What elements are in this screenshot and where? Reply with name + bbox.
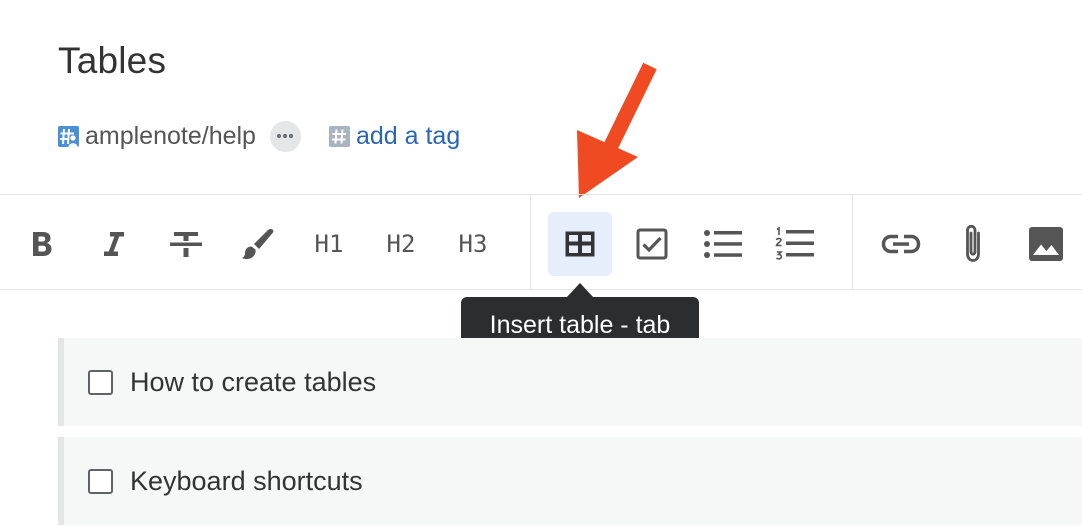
note-title[interactable]: Tables [58,40,166,82]
strikethrough-button[interactable] [154,212,218,276]
italic-button[interactable] [82,212,146,276]
heading-1-button[interactable]: H1 [297,212,361,276]
tag-bar: amplenote/help add a tag [58,118,460,154]
task-checkbox[interactable] [88,468,113,494]
strikethrough-icon [170,232,202,257]
toolbar-divider [852,195,853,289]
bold-button[interactable] [10,212,74,276]
insert-link-button[interactable] [869,212,933,276]
paperclip-icon [966,224,980,262]
shared-tag-icon [58,125,79,147]
red-arrow-annotation [577,62,657,198]
tooltip-pointer [566,283,594,298]
more-options-button[interactable] [269,120,301,152]
task-item: How to create tables [58,338,1082,426]
task-label[interactable]: Keyboard shortcuts [130,466,363,497]
heading-2-button[interactable]: H2 [369,212,433,276]
numbered-list-button[interactable] [763,212,827,276]
bullet-list-button[interactable] [691,212,755,276]
insert-table-button[interactable] [548,212,612,276]
insert-image-button[interactable] [1014,212,1078,276]
highlight-button[interactable] [226,212,290,276]
task-checkbox[interactable] [88,369,113,395]
link-icon [881,234,921,254]
bullet-list-icon [704,230,742,258]
heading-3-button[interactable]: H3 [441,212,505,276]
paintbrush-icon [242,229,274,260]
checkbox-icon [636,228,668,260]
toolbar-divider [530,195,531,289]
formatting-toolbar: H1 H2 H3 [0,194,1082,290]
attach-file-button[interactable] [941,212,1005,276]
hash-icon [328,125,350,147]
numbered-list-icon [775,227,814,260]
tag-owner-label[interactable]: amplenote/help [85,122,256,151]
task-item: Keyboard shortcuts [58,437,1082,525]
italic-icon [104,232,124,256]
bold-icon [33,232,52,256]
task-button[interactable] [620,212,684,276]
table-icon [565,231,595,257]
image-icon [1029,227,1063,261]
task-label[interactable]: How to create tables [130,367,376,398]
ellipsis-icon [277,133,294,139]
add-tag-link[interactable]: add a tag [356,122,460,151]
